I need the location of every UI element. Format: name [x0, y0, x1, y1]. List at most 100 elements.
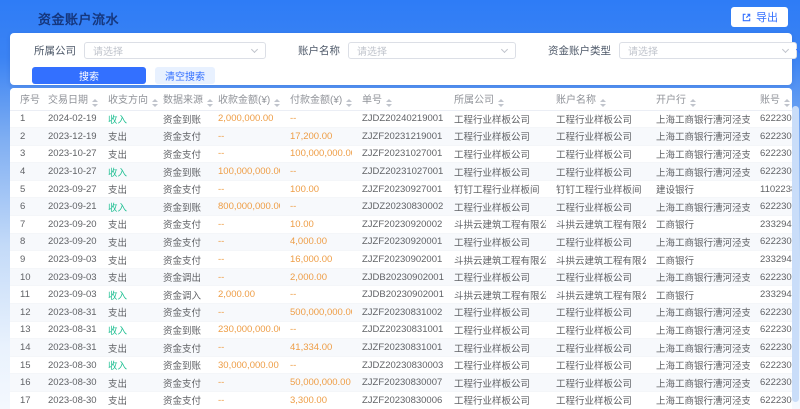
account-type-select[interactable]: 请选择 — [619, 42, 797, 59]
company-select[interactable]: 请选择 — [84, 42, 266, 59]
cell-order-no: ZJDZ20230830002 — [352, 198, 444, 216]
table-row: 82023-09-20支出资金支付--4,000.00ZJZF202309200… — [10, 233, 792, 251]
cell-source: 资金支付 — [153, 216, 208, 234]
cell-order-no: ZJDZ20240219001 — [352, 110, 444, 128]
chevron-down-icon — [501, 46, 508, 53]
filter-buttons-row: 搜索 清空搜索 — [10, 59, 792, 84]
cell-bank: 上海工商银行漕河泾支行 — [646, 392, 750, 409]
cell-receive-amount: -- — [208, 128, 280, 146]
cell-account-name: 工程行业样板公司 — [546, 233, 646, 251]
sort-icon — [690, 99, 696, 107]
cell-account-no: 622230111 — [750, 145, 792, 163]
transactions-table: 序号交易日期收支方向数据来源收款金额(¥)付款金额(¥)单号所属公司账户名称开户… — [10, 88, 792, 409]
cell-company: 工程行业样板公司 — [444, 145, 546, 163]
cell-index: 2 — [10, 128, 38, 146]
cell-account-no: 23329489 — [750, 286, 792, 304]
cell-company: 钉钉工程行业样板间 — [444, 180, 546, 198]
cell-index: 11 — [10, 286, 38, 304]
sort-icon — [498, 99, 504, 107]
cell-account-name: 钉钉工程行业样板间 — [546, 180, 646, 198]
cell-account-no: 622230111 — [750, 392, 792, 409]
cell-direction: 支出 — [98, 128, 153, 146]
cell-order-no: ZJZF20230920002 — [352, 216, 444, 234]
filter-row: 所属公司 请选择 账户名称 请选择 资金账户类型 请选择 — [10, 33, 792, 59]
account-name-select[interactable]: 请选择 — [348, 42, 516, 59]
cell-date: 2023-08-30 — [38, 374, 98, 392]
cell-order-no: ZJDB20230902001 — [352, 268, 444, 286]
cell-index: 5 — [10, 180, 38, 198]
table-header: 序号交易日期收支方向数据来源收款金额(¥)付款金额(¥)单号所属公司账户名称开户… — [10, 88, 792, 110]
column-header-direction[interactable]: 收支方向 — [98, 88, 153, 110]
cell-index: 3 — [10, 145, 38, 163]
cell-index: 8 — [10, 233, 38, 251]
cell-pay-amount: 10.00 — [280, 216, 352, 234]
cell-account-name: 工程行业样板公司 — [546, 304, 646, 322]
column-header-company[interactable]: 所属公司 — [444, 88, 546, 110]
column-header-bank[interactable]: 开户行 — [646, 88, 750, 110]
cell-account-name: 工程行业样板公司 — [546, 392, 646, 409]
cell-pay-amount: -- — [280, 321, 352, 339]
cell-direction: 支出 — [98, 339, 153, 357]
column-header-date[interactable]: 交易日期 — [38, 88, 98, 110]
cell-index: 17 — [10, 392, 38, 409]
cell-direction: 收入 — [98, 163, 153, 181]
search-button[interactable]: 搜索 — [32, 67, 146, 84]
cell-account-name: 工程行业样板公司 — [546, 110, 646, 128]
cell-direction: 收入 — [98, 198, 153, 216]
table-row: 122023-08-31支出资金支付--500,000,000.00ZJZF20… — [10, 304, 792, 322]
cell-date: 2023-08-30 — [38, 392, 98, 409]
cell-index: 7 — [10, 216, 38, 234]
cell-index: 1 — [10, 110, 38, 128]
cell-direction: 收入 — [98, 321, 153, 339]
cell-order-no: ZJZF20230830006 — [352, 392, 444, 409]
column-header-source[interactable]: 数据来源 — [153, 88, 208, 110]
cell-company: 工程行业样板公司 — [444, 356, 546, 374]
sort-icon — [152, 99, 158, 107]
cell-index: 4 — [10, 163, 38, 181]
cell-account-no: 23329489 — [750, 251, 792, 269]
cell-direction: 支出 — [98, 180, 153, 198]
column-header-account-name[interactable]: 账户名称 — [546, 88, 646, 110]
cell-receive-amount: -- — [208, 233, 280, 251]
cell-company: 工程行业样板公司 — [444, 374, 546, 392]
cell-pay-amount: 17,200.00 — [280, 128, 352, 146]
clear-search-button[interactable]: 清空搜索 — [155, 67, 215, 84]
cell-direction: 支出 — [98, 145, 153, 163]
cell-source: 资金支付 — [153, 339, 208, 357]
cell-company: 工程行业样板公司 — [444, 339, 546, 357]
cell-pay-amount: 50,000,000.00 — [280, 374, 352, 392]
column-header-pay-amount[interactable]: 付款金额(¥) — [280, 88, 352, 110]
sort-icon — [600, 99, 606, 107]
cell-direction: 支出 — [98, 304, 153, 322]
sort-icon — [274, 99, 280, 107]
column-header-account-no[interactable]: 账号 — [750, 88, 792, 110]
cell-date: 2023-09-03 — [38, 286, 98, 304]
table-row: 172023-08-30支出资金支付--3,300.00ZJZF20230830… — [10, 392, 792, 409]
page: 资金账户流水 导出 所属公司 请选择 账户名称 请选择 — [0, 0, 800, 409]
table-row: 12024-02-19收入资金到账2,000,000.00--ZJDZ20240… — [10, 110, 792, 128]
cell-direction: 收入 — [98, 356, 153, 374]
table-row: 92023-09-03支出资金支付--16,000.00ZJZF20230902… — [10, 251, 792, 269]
column-header-order-no[interactable]: 单号 — [352, 88, 444, 110]
export-label: 导出 — [756, 9, 778, 25]
cell-date: 2023-10-27 — [38, 145, 98, 163]
cell-source: 资金到账 — [153, 198, 208, 216]
cell-account-name: 工程行业样板公司 — [546, 321, 646, 339]
account-type-select-placeholder: 请选择 — [628, 43, 658, 58]
cell-pay-amount: -- — [280, 356, 352, 374]
table-card: 序号交易日期收支方向数据来源收款金额(¥)付款金额(¥)单号所属公司账户名称开户… — [10, 88, 792, 409]
cell-receive-amount: -- — [208, 304, 280, 322]
export-button[interactable]: 导出 — [731, 7, 788, 27]
cell-source: 资金支付 — [153, 304, 208, 322]
cell-direction: 支出 — [98, 392, 153, 409]
cell-account-no: 622230111 — [750, 163, 792, 181]
table-row: 162023-08-30支出资金支付--50,000,000.00ZJZF202… — [10, 374, 792, 392]
cell-direction: 支出 — [98, 216, 153, 234]
cell-bank: 上海工商银行漕河泾支行 — [646, 356, 750, 374]
cell-bank: 上海工商银行漕河泾支行 — [646, 321, 750, 339]
cell-order-no: ZJDZ20230831001 — [352, 321, 444, 339]
column-header-receive-amount[interactable]: 收款金额(¥) — [208, 88, 280, 110]
scrollbar-thumb[interactable] — [792, 106, 799, 402]
cell-receive-amount: -- — [208, 268, 280, 286]
cell-date: 2023-09-27 — [38, 180, 98, 198]
